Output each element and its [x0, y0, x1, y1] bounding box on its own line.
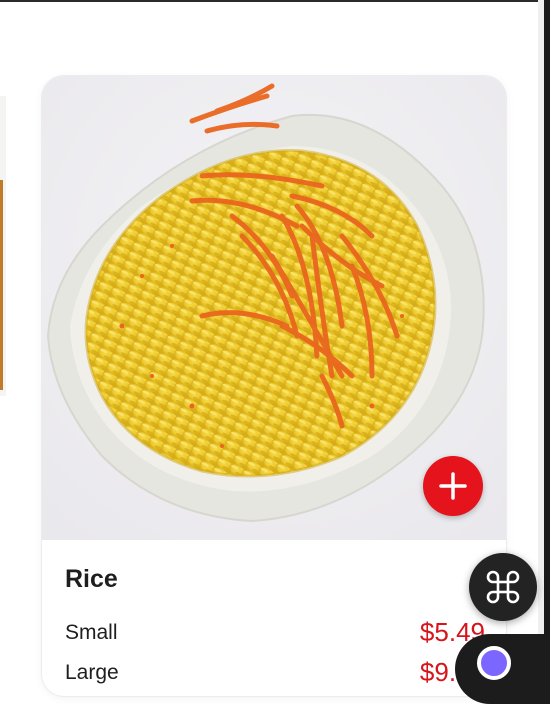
window-right-edge — [544, 0, 550, 664]
size-name: Large — [65, 661, 119, 684]
plus-icon — [439, 472, 467, 500]
command-icon — [486, 570, 520, 604]
add-to-cart-button[interactable] — [423, 456, 483, 516]
quick-menu-button[interactable] — [469, 553, 537, 621]
size-name: Small — [65, 621, 118, 644]
size-option-small[interactable]: Small $5.49 — [65, 617, 485, 651]
product-title: Rice — [65, 565, 118, 593]
window-top-border — [0, 0, 550, 2]
previous-card-image-edge — [0, 180, 3, 390]
chat-icon — [477, 646, 511, 680]
size-option-large[interactable]: Large $9.49 — [65, 657, 485, 691]
chat-launcher[interactable] — [455, 634, 550, 704]
product-card[interactable]: Rice Small $5.49 Large $9.49 — [42, 76, 506, 696]
